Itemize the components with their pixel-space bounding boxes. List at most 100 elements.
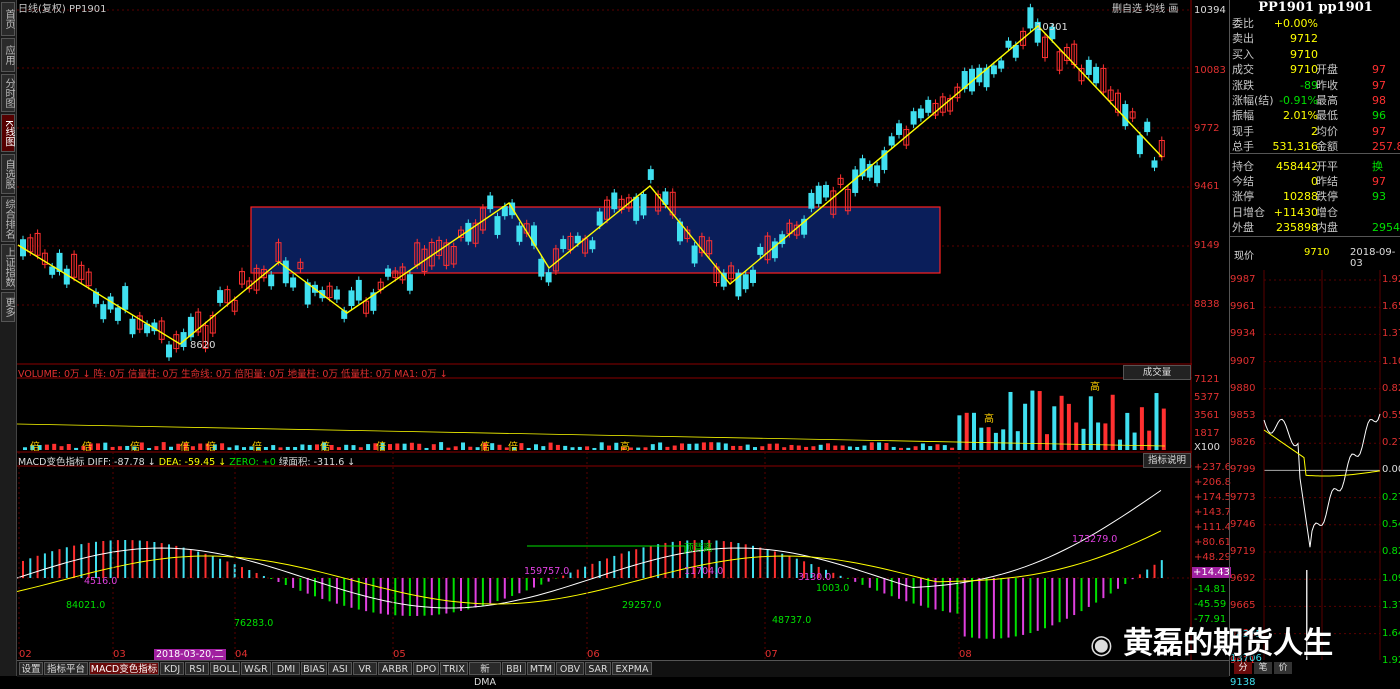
vol-mark: 倍 (480, 442, 490, 453)
indicator-tab[interactable]: 新DMA (469, 662, 501, 688)
vol-mark: 倍 (82, 442, 92, 453)
date-label: 05 (393, 649, 406, 660)
candle-body (990, 65, 997, 75)
left-tab-bar: 首页 应用 分时图 K线图 自选股 综合排名 上证指数 更多 (0, 0, 17, 676)
trend-line (17, 25, 1163, 345)
vol-mark: 高 (984, 414, 994, 425)
indicator-tab[interactable]: ARBR (378, 662, 412, 675)
tab-apps[interactable]: 应用 (1, 38, 15, 72)
indicator-tab[interactable]: VR (353, 662, 377, 675)
macd-dea-line (17, 530, 1162, 605)
quote-value: 93 (1372, 190, 1386, 204)
indicator-tab[interactable]: EXPMA (612, 662, 652, 675)
remove-watch-link[interactable]: 删自选 (1112, 4, 1142, 15)
mini-tab-minute[interactable]: 分 (1234, 662, 1252, 674)
candle-body (348, 290, 355, 307)
quote-row: 涨幅(结) -0.91% 最高 98 (1232, 93, 1400, 108)
date-label: 08 (959, 649, 972, 660)
volume-bar-marks: 倍 倍 倍 倍 倍 倍 倍 倍 倍 倍 高 高 高 (30, 382, 1170, 453)
price-tick: 9149 (1194, 240, 1220, 251)
quote-title: PP1901 pp1901 (1258, 0, 1373, 15)
mini-axis-tick: 9692 (1230, 573, 1256, 585)
candle-body (1085, 59, 1092, 75)
indicator-tab[interactable]: TRIX (440, 662, 468, 675)
candle-body (560, 239, 567, 249)
macd-tick: +80.61 (1194, 537, 1232, 548)
candle-body (633, 196, 640, 221)
price-tick: 8838 (1194, 299, 1220, 310)
candle-body (1012, 44, 1019, 58)
draw-link[interactable]: 画 (1168, 4, 1178, 15)
indicator-tab[interactable]: BOLL (210, 662, 240, 675)
mini-pct-tick: 1.65 (1382, 301, 1400, 313)
candle-body (611, 192, 618, 210)
vol-mark: 倍 (508, 442, 518, 453)
quote-value: 10288 (1283, 190, 1318, 204)
indicator-tab[interactable]: DMI (272, 662, 300, 675)
tab-more[interactable]: 更多 (1, 292, 15, 322)
mini-tab-price[interactable]: 价 (1274, 662, 1292, 674)
mini-pct-tick: 1.10 (1382, 355, 1400, 367)
quote-label: 外盘 (1232, 221, 1254, 235)
indicator-tab[interactable]: KDJ (160, 662, 184, 675)
intraday-mini-chart[interactable] (1230, 270, 1400, 660)
mini-pct-tick: 0.82 (1382, 546, 1400, 557)
quote-label: 开平 (1316, 159, 1338, 173)
candle-body (487, 195, 494, 210)
watermark-text: ◉ 黄磊的期货人生 (1090, 618, 1333, 662)
indicator-tab[interactable]: BIAS (301, 662, 327, 675)
candle-body (333, 289, 340, 300)
vol-mark: 倍 (30, 442, 40, 453)
candle-body (874, 165, 881, 184)
indicator-help-button[interactable]: 指标说明 (1143, 453, 1191, 468)
tab-shindex[interactable]: 上证指数 (1, 244, 15, 290)
indicator-tab[interactable]: RSI (185, 662, 209, 675)
indicator-tab[interactable]: W&R (241, 662, 271, 675)
candle-body (538, 258, 545, 277)
quote-value: +11430 (1273, 205, 1318, 219)
kline-chart[interactable]: 02 03 04 05 06 07 08 (17, 0, 1192, 660)
candle-body (596, 211, 603, 226)
quote-value: 9710 (1290, 47, 1318, 61)
quote-panel: PP1901 pp1901 委比 +0.00% 卖出 9712 买入 9710 成交 9710… (1229, 0, 1400, 688)
candle-body (1151, 160, 1158, 168)
quote-row: 委比 +0.00% (1232, 16, 1400, 31)
indicator-tab[interactable]: 设置 (19, 662, 43, 675)
mini-pct-tick: 1.92 (1382, 274, 1400, 285)
indicator-tab[interactable]: BBI (502, 662, 526, 675)
indicator-tab[interactable]: MACD变色指标 (89, 662, 159, 675)
indicator-tab[interactable]: OBV (556, 662, 584, 675)
quote-row: 买入 9710 (1232, 47, 1400, 62)
tab-timeshare[interactable]: 分时图 (1, 74, 15, 112)
candle-body (406, 274, 413, 291)
mini-pct-tick: 1.09 (1382, 573, 1400, 585)
ma-link[interactable]: 均线 (1145, 4, 1165, 15)
mini-axis-tick: 9907 (1230, 355, 1256, 367)
macd-tick: -45.59 (1194, 599, 1227, 610)
tab-watchlist[interactable]: 自选股 (1, 154, 15, 194)
divergence-line (527, 545, 686, 554)
mini-date: 2018-09-03 (1350, 247, 1396, 269)
macd-diff-value: DIFF: -87.78 ↓ (87, 457, 156, 468)
quote-label: 卖出 (1232, 32, 1254, 46)
quote-label: 开盘 (1316, 63, 1338, 77)
mini-tab-tick[interactable]: 笔 (1254, 662, 1272, 674)
tab-kline[interactable]: K线图 (1, 114, 15, 152)
indicator-tab[interactable]: DPO (413, 662, 439, 675)
indicator-tab-bar: 设置 指标平台 MACD变色指标 KDJ RSI BOLL W&R DMI BIAS ASI VR A… (17, 660, 1229, 688)
chart-top-links[interactable]: 删自选 均线 画 (1112, 0, 1178, 15)
tab-ranking[interactable]: 综合排名 (1, 196, 15, 242)
indicator-tab[interactable]: SAR (585, 662, 611, 675)
vol-tick: 3561 (1194, 410, 1220, 421)
indicator-tab[interactable]: ASI (328, 662, 352, 675)
candle-body (917, 108, 924, 119)
indicator-tab[interactable]: 指标平台 (44, 662, 88, 675)
vol-mark: 倍 (252, 442, 262, 453)
macd-tick: +206.8 (1194, 477, 1232, 488)
quote-value: 458442 (1276, 159, 1318, 173)
indicator-tab[interactable]: MTM (527, 662, 555, 675)
volume-selector-button[interactable]: 成交量 (1123, 365, 1191, 380)
vol-mark: 倍 (206, 442, 216, 453)
tab-home[interactable]: 首页 (1, 2, 15, 36)
vol-mark: 高 (620, 442, 630, 453)
